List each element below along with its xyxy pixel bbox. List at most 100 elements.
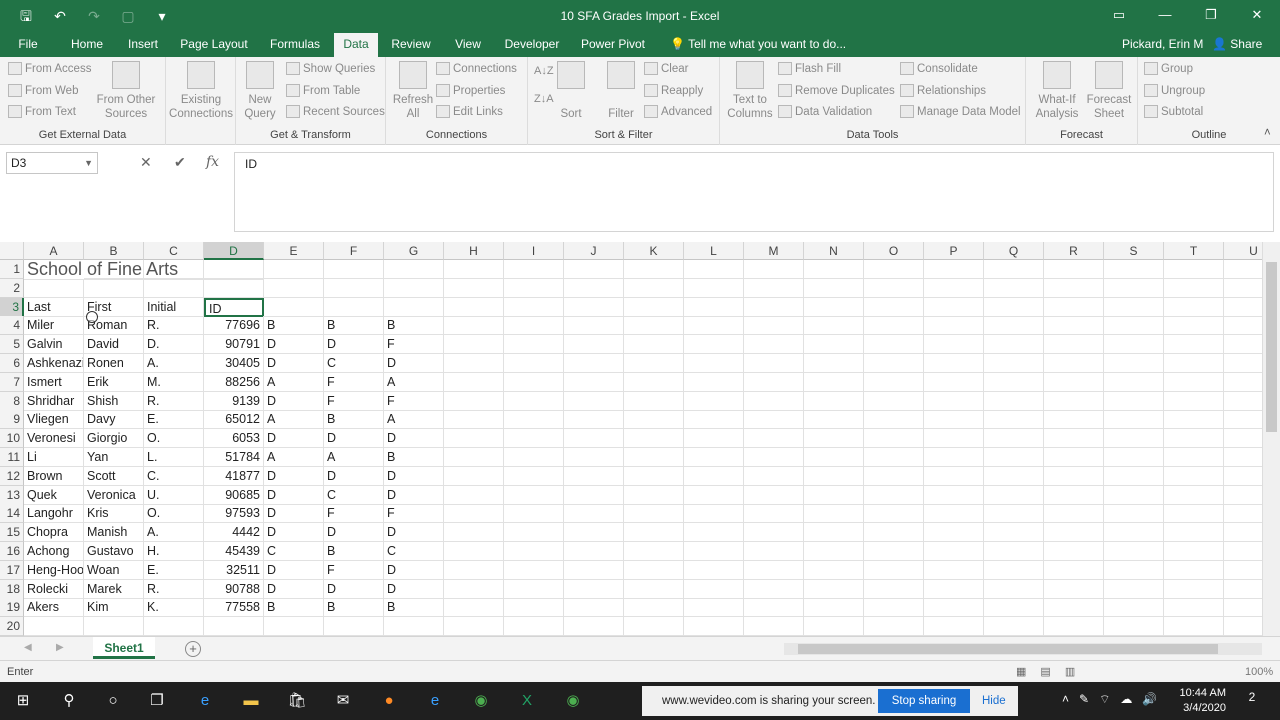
cell[interactable]: A.: [144, 523, 204, 543]
cell[interactable]: [1104, 560, 1164, 580]
sort-button[interactable]: Sort: [556, 61, 586, 121]
remove-duplicates-button[interactable]: Remove Duplicates: [778, 84, 895, 97]
cell[interactable]: [504, 617, 564, 636]
cell[interactable]: [444, 335, 504, 355]
cell[interactable]: [924, 410, 984, 430]
cell[interactable]: [504, 466, 564, 486]
cell[interactable]: B: [324, 542, 384, 561]
cell[interactable]: [504, 542, 564, 561]
select-all-corner[interactable]: [0, 242, 24, 260]
cell[interactable]: [504, 391, 564, 411]
cell[interactable]: [564, 316, 624, 336]
cell[interactable]: [804, 297, 864, 317]
cell[interactable]: [624, 448, 684, 467]
next-sheet-icon[interactable]: ▶: [56, 642, 64, 653]
cell[interactable]: [924, 260, 984, 279]
formula-input[interactable]: ID: [234, 152, 1274, 232]
cell[interactable]: [384, 297, 444, 317]
cell[interactable]: [1104, 466, 1164, 486]
cell[interactable]: [504, 260, 564, 279]
cell[interactable]: [684, 466, 744, 486]
cell[interactable]: A: [384, 372, 444, 392]
cell[interactable]: [624, 560, 684, 580]
add-sheet-button[interactable]: +: [185, 641, 201, 657]
cell[interactable]: [744, 410, 804, 430]
cell[interactable]: [924, 335, 984, 355]
cell[interactable]: [984, 278, 1044, 298]
cell[interactable]: [804, 560, 864, 580]
existing-connections-button[interactable]: Existing Connections: [168, 61, 234, 121]
cell[interactable]: Heng-Hoo: [24, 560, 84, 580]
cell[interactable]: B: [384, 448, 444, 467]
cell[interactable]: [864, 316, 924, 336]
cell[interactable]: O.: [144, 504, 204, 524]
cell[interactable]: [744, 523, 804, 543]
cell[interactable]: [504, 410, 564, 430]
properties-button[interactable]: Properties: [436, 84, 505, 97]
cell[interactable]: [1164, 598, 1224, 618]
cell[interactable]: [1044, 560, 1104, 580]
cell[interactable]: [444, 504, 504, 524]
row-header[interactable]: 9: [0, 410, 24, 430]
cell[interactable]: 51784: [204, 448, 264, 467]
cell[interactable]: C.: [144, 466, 204, 486]
cell[interactable]: [1164, 335, 1224, 355]
cell[interactable]: [624, 297, 684, 317]
cell[interactable]: [444, 485, 504, 505]
cell[interactable]: [1104, 372, 1164, 392]
cell[interactable]: [1224, 523, 1262, 543]
cancel-icon[interactable]: ✕: [140, 154, 152, 171]
cell[interactable]: D: [384, 485, 444, 505]
cell[interactable]: [504, 523, 564, 543]
cell[interactable]: Vliegen: [24, 410, 84, 430]
cell[interactable]: [504, 429, 564, 449]
cell[interactable]: [1044, 542, 1104, 561]
column-header-u[interactable]: U: [1224, 242, 1262, 260]
cell[interactable]: [924, 448, 984, 467]
cell[interactable]: 65012: [204, 410, 264, 430]
cell[interactable]: [804, 316, 864, 336]
row-header[interactable]: 17: [0, 560, 24, 580]
cell[interactable]: [864, 260, 924, 279]
cell[interactable]: [684, 354, 744, 373]
cell[interactable]: [1104, 391, 1164, 411]
column-header-e[interactable]: E: [264, 242, 324, 260]
cell[interactable]: [864, 391, 924, 411]
cell[interactable]: [864, 466, 924, 486]
cell[interactable]: [1104, 579, 1164, 599]
cell[interactable]: D: [264, 504, 324, 524]
tab-developer[interactable]: Developer: [500, 33, 564, 57]
cell[interactable]: [744, 429, 804, 449]
cell[interactable]: [624, 523, 684, 543]
cell[interactable]: [324, 297, 384, 317]
cell[interactable]: L.: [144, 448, 204, 467]
cell[interactable]: [1224, 448, 1262, 467]
page-layout-icon[interactable]: ▤: [1040, 665, 1050, 678]
cell[interactable]: [84, 278, 144, 298]
cell[interactable]: [804, 354, 864, 373]
pen-icon[interactable]: ✎: [1079, 692, 1089, 707]
cell[interactable]: [984, 297, 1044, 317]
cell[interactable]: [744, 316, 804, 336]
chevron-down-icon[interactable]: ▼: [84, 153, 93, 173]
cell[interactable]: Veronica: [84, 485, 144, 505]
cell[interactable]: F: [384, 504, 444, 524]
cell[interactable]: [1044, 617, 1104, 636]
cell[interactable]: [384, 617, 444, 636]
cell[interactable]: Erik: [84, 372, 144, 392]
collapse-ribbon-icon[interactable]: ˄: [1264, 127, 1271, 139]
cell[interactable]: [1044, 260, 1104, 279]
cell[interactable]: D: [264, 466, 324, 486]
cell[interactable]: [324, 260, 384, 279]
cell[interactable]: [204, 617, 264, 636]
notification-icon[interactable]: 2: [1240, 690, 1264, 712]
cell[interactable]: 77558: [204, 598, 264, 618]
cell[interactable]: [804, 485, 864, 505]
vertical-scrollbar[interactable]: [1262, 242, 1280, 636]
cell[interactable]: [264, 297, 324, 317]
cell[interactable]: D: [264, 354, 324, 373]
cell[interactable]: [624, 485, 684, 505]
volume-icon[interactable]: 🔊: [1142, 692, 1157, 707]
cell[interactable]: [744, 617, 804, 636]
new-query-button[interactable]: New Query: [240, 61, 280, 121]
